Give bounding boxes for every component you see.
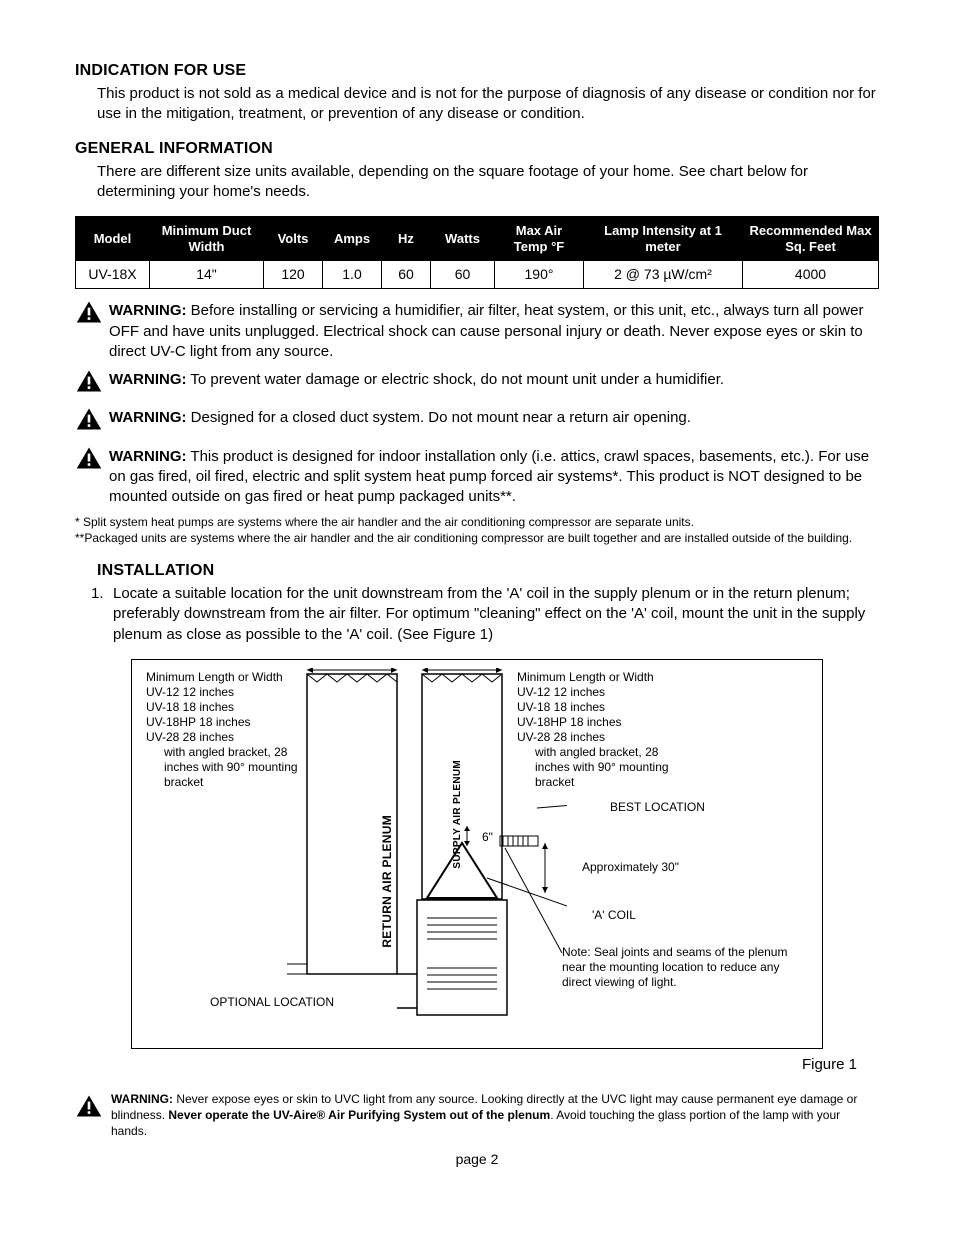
warning-4: WARNING: This product is designed for in… [75,447,879,508]
warning-icon [75,1093,105,1123]
warning-icon [75,299,103,331]
fig-approx: Approximately 30" [582,860,679,875]
warning-text: WARNING: Before installing or servicing … [109,301,879,362]
figure-1: Minimum Length or Width UV-12 12 inches … [131,659,823,1049]
th-maxair: Max Air Temp °F [495,217,584,261]
step-number: 1. [91,584,113,645]
th-minduct: Minimum Duct Width [150,217,264,261]
bottom-warning-bold: Never operate the UV-Aire® Air Purifying… [168,1108,550,1122]
warning-label: WARNING: [109,409,187,426]
install-step-1: 1. Locate a suitable location for the un… [91,584,879,645]
td-sqft: 4000 [743,261,879,289]
th-lamp: Lamp Intensity at 1 meter [584,217,743,261]
warning-body: Designed for a closed duct system. Do no… [191,409,691,426]
step-body: Locate a suitable location for the unit … [113,584,879,645]
warning-text: WARNING: To prevent water damage or elec… [109,370,879,390]
fig-best-location: BEST LOCATION [610,800,705,815]
td-amps: 1.0 [323,261,382,289]
th-volts: Volts [264,217,323,261]
th-sqft: Recommended Max Sq. Feet [743,217,879,261]
td-hz: 60 [382,261,431,289]
warning-body: Before installing or servicing a humidif… [109,302,863,360]
warning-label: WARNING: [109,371,187,388]
td-volts: 120 [264,261,323,289]
warning-label: WARNING: [111,1092,173,1106]
td-minduct: 14" [150,261,264,289]
th-hz: Hz [382,217,431,261]
td-watts: 60 [431,261,495,289]
section-heading-indication: INDICATION FOR USE [75,60,879,82]
footnote-1: * Split system heat pumps are systems wh… [75,515,879,531]
warning-icon [75,445,103,477]
general-body: There are different size units available… [97,162,879,203]
th-amps: Amps [323,217,382,261]
th-model: Model [76,217,150,261]
warning-label: WARNING: [109,448,187,465]
footnote-2: **Packaged units are systems where the a… [75,531,879,547]
warning-label: WARNING: [109,302,187,319]
td-model: UV-18X [76,261,150,289]
fig-note: Note: Seal joints and seams of the plenu… [562,945,792,990]
th-watts: Watts [431,217,495,261]
bottom-warning: WARNING: Never expose eyes or skin to UV… [75,1091,879,1140]
warning-text: WARNING: This product is designed for in… [109,447,879,508]
warning-2: WARNING: To prevent water damage or elec… [75,370,879,400]
section-heading-installation: INSTALLATION [97,560,879,582]
page-number: page 2 [75,1150,879,1169]
warning-body: To prevent water damage or electric shoc… [190,371,724,388]
fig-schematic [287,668,567,1040]
warning-text: WARNING: Designed for a closed duct syst… [109,408,879,428]
warning-1: WARNING: Before installing or servicing … [75,301,879,362]
td-lamp: 2 @ 73 µW/cm² [584,261,743,289]
bottom-warning-text: WARNING: Never expose eyes or skin to UV… [111,1091,879,1140]
warning-icon [75,406,103,438]
warning-icon [75,368,103,400]
fig-left-dims: Minimum Length or Width UV-12 12 inches … [146,670,301,790]
footnotes: * Split system heat pumps are systems wh… [75,515,879,546]
indication-body: This product is not sold as a medical de… [97,84,879,125]
warning-body: This product is designed for indoor inst… [109,448,869,506]
figure-caption: Figure 1 [97,1055,857,1075]
warning-3: WARNING: Designed for a closed duct syst… [75,408,879,438]
section-heading-general: GENERAL INFORMATION [75,138,879,160]
td-maxair: 190° [495,261,584,289]
fig-acoil: 'A' COIL [592,908,636,923]
spec-table: Model Minimum Duct Width Volts Amps Hz W… [75,216,879,289]
